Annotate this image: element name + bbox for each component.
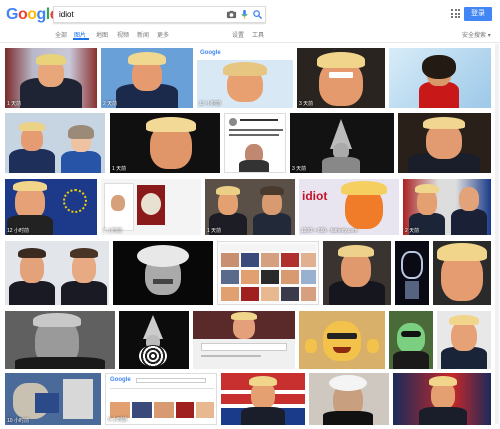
search-input[interactable] bbox=[59, 8, 209, 21]
image-result[interactable] bbox=[389, 48, 491, 108]
image-caption: 2 天前 bbox=[405, 228, 420, 234]
image-caption: 7 小时前 bbox=[103, 228, 123, 234]
login-button[interactable]: 登录 bbox=[464, 7, 492, 21]
image-caption: 9 小时前 bbox=[108, 417, 128, 423]
logo-letter: o bbox=[17, 6, 28, 23]
image-result[interactable] bbox=[395, 241, 429, 305]
active-tab-indicator bbox=[73, 38, 89, 40]
safesearch-label: 安全搜索 bbox=[462, 33, 487, 39]
image-result[interactable] bbox=[221, 373, 305, 425]
image-result[interactable] bbox=[437, 311, 491, 369]
image-result[interactable] bbox=[5, 241, 109, 305]
logo-letter: g bbox=[36, 6, 47, 23]
search-icon[interactable] bbox=[252, 9, 263, 20]
image-result[interactable]: Google 13 小时前 bbox=[197, 48, 293, 108]
image-result[interactable] bbox=[217, 241, 319, 305]
image-caption: 12 小时前 bbox=[7, 228, 29, 234]
tab-maps[interactable]: 地图 bbox=[96, 30, 108, 39]
mic-icon[interactable] bbox=[239, 9, 250, 20]
image-result[interactable] bbox=[309, 373, 389, 425]
image-result[interactable] bbox=[323, 241, 391, 305]
chevron-down-icon: ▾ bbox=[487, 33, 491, 39]
image-result[interactable]: 1 天前 bbox=[110, 113, 220, 173]
image-result[interactable]: idiot 1200 × 650 - fatherly.com bbox=[299, 179, 399, 235]
image-result[interactable] bbox=[119, 311, 189, 369]
image-caption: 13 小时前 bbox=[199, 101, 221, 107]
image-caption: 1200 × 650 - fatherly.com bbox=[301, 228, 358, 234]
image-caption: 3 天前 bbox=[299, 101, 314, 107]
embedded-google-text: Google bbox=[110, 377, 131, 383]
image-caption: 1 天前 bbox=[7, 101, 22, 107]
image-result[interactable]: 3 天前 bbox=[290, 113, 394, 173]
logo-letter: o bbox=[27, 6, 37, 23]
tab-tools[interactable]: 工具 bbox=[252, 30, 264, 39]
google-logo[interactable]: Google bbox=[6, 6, 59, 24]
image-result[interactable] bbox=[5, 311, 115, 369]
image-caption: 1 天前 bbox=[112, 166, 127, 172]
image-caption: 10 小时前 bbox=[7, 418, 29, 424]
image-result[interactable] bbox=[393, 373, 491, 425]
camera-icon[interactable] bbox=[226, 9, 237, 20]
image-result[interactable]: 10 小时前 bbox=[5, 373, 101, 425]
image-result[interactable] bbox=[398, 113, 491, 173]
scrollbar[interactable] bbox=[495, 44, 499, 424]
image-result[interactable] bbox=[113, 241, 213, 305]
tab-all[interactable]: 全部 bbox=[55, 30, 67, 39]
image-result[interactable] bbox=[5, 113, 105, 173]
tab-videos[interactable]: 视频 bbox=[117, 30, 129, 39]
image-result[interactable]: 2 天前 bbox=[101, 48, 193, 108]
image-result[interactable] bbox=[389, 311, 433, 369]
embedded-idiot-text: idiot bbox=[302, 189, 328, 203]
image-caption: 1 天前 bbox=[207, 228, 222, 234]
image-result[interactable]: Google 9 小时前 bbox=[105, 373, 217, 425]
image-result[interactable] bbox=[224, 113, 286, 173]
image-result[interactable] bbox=[299, 311, 385, 369]
image-result[interactable]: 1 天前 bbox=[205, 179, 295, 235]
image-result[interactable]: 7 小时前 bbox=[101, 179, 201, 235]
image-result[interactable]: 3 天前 bbox=[297, 48, 385, 108]
safesearch-menu[interactable]: 安全搜索 ▾ bbox=[462, 30, 491, 39]
search-tabs: 全部 图片 地图 视频 新闻 更多 设置 工具 安全搜索 ▾ bbox=[0, 28, 500, 42]
image-result[interactable] bbox=[433, 241, 491, 305]
image-caption: 3 天前 bbox=[292, 166, 307, 172]
tab-settings[interactable]: 设置 bbox=[232, 30, 244, 39]
tab-more[interactable]: 更多 bbox=[157, 30, 169, 39]
image-result[interactable]: 1 天前 bbox=[5, 48, 97, 108]
tab-news[interactable]: 新闻 bbox=[137, 30, 149, 39]
image-result[interactable]: 12 小时前 bbox=[5, 179, 97, 235]
image-caption: 2 天前 bbox=[103, 101, 118, 107]
image-result[interactable] bbox=[193, 311, 295, 369]
embedded-google-text: Google bbox=[200, 50, 221, 56]
search-box[interactable] bbox=[53, 6, 266, 23]
image-result[interactable]: 2 天前 bbox=[403, 179, 491, 235]
header-divider bbox=[0, 42, 500, 43]
apps-grid-icon[interactable] bbox=[451, 9, 460, 18]
logo-letter: G bbox=[6, 6, 18, 23]
